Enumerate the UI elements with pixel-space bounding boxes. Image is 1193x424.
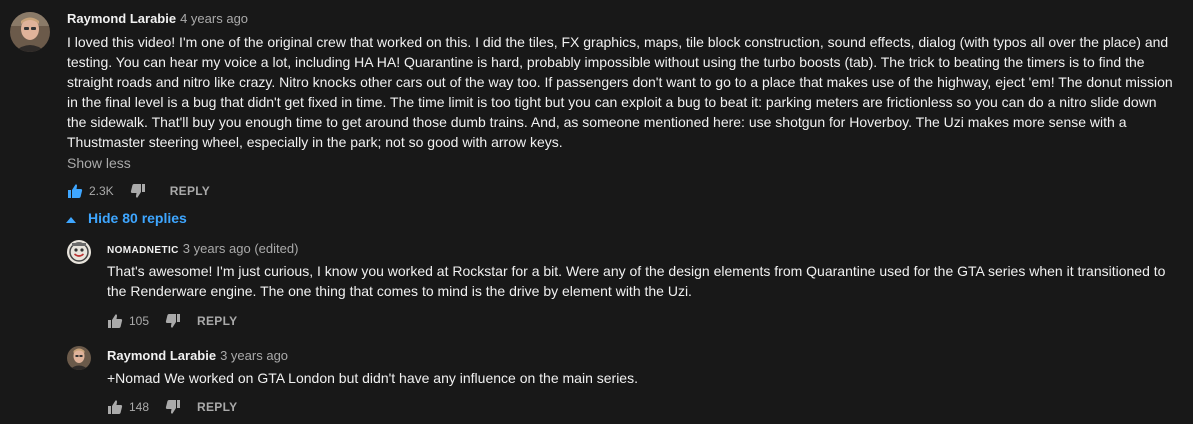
show-less-button[interactable]: Show less (67, 155, 131, 171)
avatar[interactable] (10, 12, 50, 52)
comment-text: +Nomad We worked on GTA London but didn'… (107, 370, 638, 386)
comment-actions: 2.3K REPLY (67, 179, 210, 203)
reply-button[interactable]: REPLY (170, 184, 210, 198)
avatar[interactable] (67, 240, 91, 264)
like-count: 105 (129, 314, 150, 328)
reply-button[interactable]: REPLY (197, 400, 237, 414)
author-name[interactable]: Raymond Larabie (67, 11, 176, 26)
comment-time[interactable]: 4 years ago (180, 11, 248, 26)
comment-header: Raymond Larabie 3 years ago (107, 348, 288, 363)
comment-time[interactable]: 3 years ago (220, 348, 288, 363)
thumbs-down-icon[interactable] (165, 399, 181, 415)
hide-replies-button[interactable]: Hide 80 replies (66, 210, 187, 226)
comment-text: I loved this video! I'm one of the origi… (67, 34, 1173, 150)
author-name[interactable]: NOMADNETIC (107, 245, 179, 256)
thumbs-up-icon[interactable] (107, 399, 123, 415)
like-count: 2.3K (89, 184, 114, 198)
thumbs-down-icon[interactable] (130, 183, 146, 199)
thumbs-up-icon[interactable] (107, 313, 123, 329)
thumbs-up-icon[interactable] (67, 183, 83, 199)
comment-actions: 148 REPLY (107, 395, 237, 419)
like-count: 148 (129, 400, 150, 414)
reply-comment: NOMADNETIC 3 years ago (edited) That's aw… (0, 236, 1193, 336)
thumbs-down-icon[interactable] (165, 313, 181, 329)
hide-replies-label: Hide 80 replies (88, 210, 187, 226)
avatar[interactable] (67, 346, 91, 370)
author-name[interactable]: Raymond Larabie (107, 348, 216, 363)
reply-button[interactable]: REPLY (197, 314, 237, 328)
reply-comment: Raymond Larabie 3 years ago +Nomad We wor… (0, 342, 1193, 424)
comment-header: NOMADNETIC 3 years ago (edited) (107, 241, 298, 256)
caret-up-icon (66, 210, 76, 226)
comment-time[interactable]: 3 years ago (edited) (183, 241, 299, 256)
comment-header: Raymond Larabie 4 years ago (67, 11, 248, 26)
comment-text: That's awesome! I'm just curious, I know… (107, 263, 1166, 299)
comment-actions: 105 REPLY (107, 309, 237, 333)
top-comment: Raymond Larabie 4 years ago I loved this … (0, 0, 1193, 235)
